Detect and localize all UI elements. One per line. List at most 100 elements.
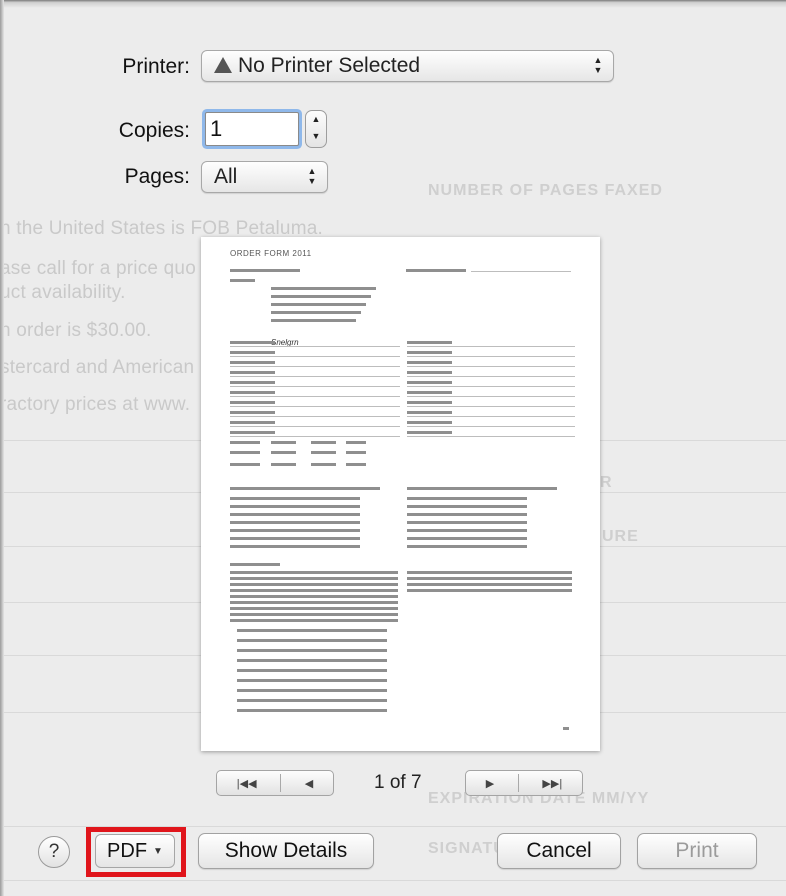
- preview-text: [230, 613, 398, 616]
- pages-value: All: [214, 165, 238, 188]
- preview-rule: [471, 271, 571, 272]
- first-page-icon[interactable]: |◀◀: [237, 777, 257, 790]
- preview-rule: [407, 356, 575, 357]
- preview-rule: [407, 386, 575, 387]
- background-fragment: R: [600, 474, 613, 491]
- preview-text: [230, 269, 300, 272]
- background-text-line: ractory prices at www.: [0, 394, 191, 415]
- preview-text: [237, 639, 387, 642]
- preview-text: [346, 463, 366, 466]
- window-left-edge: [0, 0, 4, 896]
- preview-text: [230, 421, 275, 424]
- next-page-icon[interactable]: ▶: [486, 777, 494, 790]
- preview-text: [407, 521, 527, 524]
- preview-text: [230, 279, 255, 282]
- copies-input[interactable]: 1: [205, 112, 299, 146]
- preview-text: [407, 497, 527, 500]
- background-fragment: URE: [602, 528, 639, 545]
- preview-text: [230, 361, 275, 364]
- preview-text: [271, 441, 296, 444]
- preview-text: [230, 391, 275, 394]
- preview-text: [407, 545, 527, 548]
- preview-text: [271, 303, 366, 306]
- preview-text: [230, 441, 260, 444]
- printer-label: Printer:: [122, 55, 190, 78]
- copies-label: Copies:: [118, 119, 190, 142]
- cancel-button[interactable]: Cancel: [497, 833, 621, 869]
- nav-divider: [517, 774, 519, 792]
- preview-text: [271, 463, 296, 466]
- preview-text: [346, 441, 366, 444]
- preview-text: [230, 487, 380, 490]
- preview-back-controls[interactable]: |◀◀ ◀: [216, 770, 334, 796]
- preview-text: [407, 381, 452, 384]
- preview-text: [407, 505, 527, 508]
- background-text-line: n order is $30.00.: [0, 320, 152, 341]
- preview-text: [230, 513, 360, 516]
- preview-text: [230, 537, 360, 540]
- preview-text: [271, 295, 371, 298]
- background-rule: [0, 880, 786, 881]
- preview-rule: [230, 386, 400, 387]
- preview-text: [407, 577, 572, 580]
- show-details-button[interactable]: Show Details: [198, 833, 374, 869]
- preview-text: [230, 401, 275, 404]
- preview-rule: [230, 436, 400, 437]
- preview-document-title: ORDER FORM 2011: [230, 249, 312, 258]
- preview-text: [230, 595, 398, 598]
- pdf-menu-button[interactable]: PDF ▼: [95, 834, 175, 868]
- preview-rule: [407, 436, 575, 437]
- preview-rule: [407, 406, 575, 407]
- preview-rule: [407, 376, 575, 377]
- preview-text: [407, 589, 572, 592]
- preview-text: [271, 319, 356, 322]
- background-text-line: uct availability.: [0, 282, 126, 303]
- preview-rule: [230, 366, 400, 367]
- preview-text: [230, 451, 260, 454]
- preview-text: [230, 351, 275, 354]
- preview-text: [407, 431, 452, 434]
- preview-text: [407, 571, 572, 574]
- nav-divider: [280, 774, 282, 792]
- sheet-top-edge: [0, 0, 786, 8]
- preview-text: [407, 487, 557, 490]
- preview-rule: [407, 366, 575, 367]
- preview-text: [230, 341, 275, 344]
- preview-text: [311, 441, 336, 444]
- last-page-icon[interactable]: ▶▶|: [542, 777, 562, 790]
- preview-text: [230, 505, 360, 508]
- background-text-line: stercard and American: [0, 357, 195, 378]
- print-button[interactable]: Print: [637, 833, 757, 869]
- preview-text: [237, 709, 387, 712]
- preview-text: [237, 679, 387, 682]
- preview-text: [230, 563, 280, 566]
- preview-text: [237, 659, 387, 662]
- preview-text: [311, 463, 336, 466]
- preview-text: [407, 391, 452, 394]
- preview-text: [230, 607, 398, 610]
- pages-popup[interactable]: All ▲ ▼: [201, 161, 328, 193]
- copies-stepper[interactable]: ▲ ▼: [305, 110, 327, 148]
- preview-rule: [230, 396, 400, 397]
- background-heading: NUMBER OF PAGES FAXED: [428, 182, 663, 199]
- preview-text: [407, 361, 452, 364]
- preview-text: [230, 529, 360, 532]
- preview-text: [230, 431, 275, 434]
- preview-text: [237, 649, 387, 652]
- popup-arrows-icon: ▲ ▼: [307, 166, 317, 186]
- printer-popup[interactable]: No Printer Selected ▲ ▼: [201, 50, 614, 82]
- help-button[interactable]: ?: [38, 836, 70, 868]
- preview-forward-controls[interactable]: ▶ ▶▶|: [465, 770, 583, 796]
- preview-text: [237, 669, 387, 672]
- pages-label: Pages:: [124, 165, 190, 188]
- preview-text: [230, 497, 360, 500]
- preview-text: [271, 311, 361, 314]
- print-preview-page: ORDER FORM 2011 Snelgrn: [201, 237, 600, 751]
- preview-rule: [407, 416, 575, 417]
- previous-page-icon[interactable]: ◀: [305, 777, 313, 790]
- preview-text: [407, 513, 527, 516]
- preview-text: [407, 529, 527, 532]
- preview-text: [230, 589, 398, 592]
- preview-rule: [230, 416, 400, 417]
- preview-text: [407, 537, 527, 540]
